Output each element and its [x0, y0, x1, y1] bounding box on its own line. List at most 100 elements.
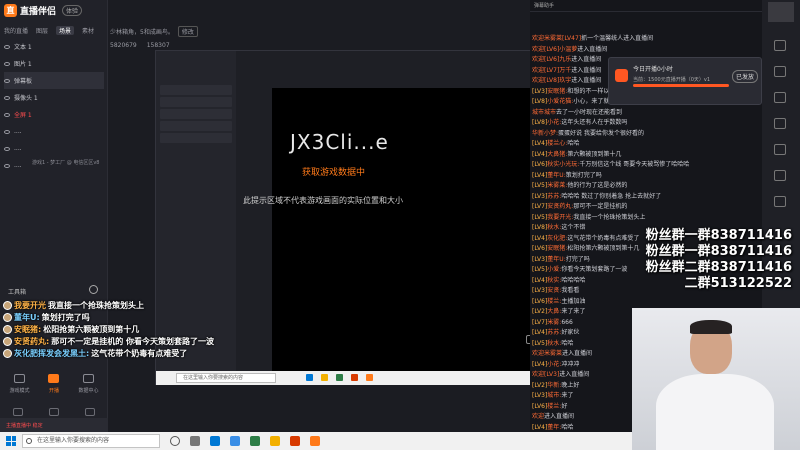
tool-icon[interactable] [774, 40, 786, 51]
chat-message[interactable]: [LV8]小花:这年头还有人在乎数数吗 [532, 118, 760, 129]
folder-icon[interactable] [270, 436, 280, 446]
start-live-label: 开播 [48, 388, 59, 394]
scene-item[interactable]: 弹幕板 [4, 72, 104, 89]
gear-icon[interactable] [89, 285, 98, 294]
chat-message[interactable]: [LV6]秋实小光玩:千万别信这个线 哥要今天被骂惨了哈哈哈 [532, 160, 760, 171]
chat-message[interactable]: 欢迎[LV6]小温萝进入直播间 [532, 45, 760, 56]
tool-icon[interactable] [774, 196, 786, 207]
edit-title-button[interactable]: 修改 [177, 26, 198, 37]
chat-message[interactable]: [LV4]楼兰心:哈哈 [532, 139, 760, 150]
eye-icon[interactable] [4, 112, 10, 117]
nested-live-app-icon [366, 374, 373, 381]
chat-message[interactable]: [LV5]我要开光:我直接一个抢珠抢策划头上 [532, 213, 760, 224]
scene-item[interactable]: .... [4, 140, 104, 157]
fan-group-overlay: 粉丝群一群838711416 粉丝群一群838711416 粉丝群二群83871… [646, 228, 792, 292]
chat-text: 进入直播间 [571, 77, 602, 84]
chat-message[interactable]: [LV4]大鼻猪:第六颗被顶到第十几 [532, 150, 760, 161]
eye-icon[interactable] [4, 146, 10, 151]
edge-icon[interactable] [210, 436, 220, 446]
chat-text: 666 [561, 318, 573, 326]
search-icon [26, 438, 32, 444]
chat-message[interactable]: [LV6]楼兰:主播加油 [532, 297, 760, 308]
scene-item[interactable]: 全屏 1 [4, 106, 104, 123]
chat-text: 进入直播间 [562, 350, 593, 357]
chat-username: 苏苏: [547, 329, 562, 336]
live-app-icon[interactable] [310, 436, 320, 446]
tool-icon[interactable] [774, 144, 786, 155]
eye-icon[interactable] [4, 163, 10, 168]
chat-username: 欢迎米雾莱 [532, 350, 563, 357]
app-icon[interactable] [190, 436, 200, 446]
chat-level-badge: [LV3] [532, 287, 548, 294]
task-view-icon[interactable] [170, 436, 180, 446]
chat-message[interactable]: 华新小梦:蛋蛋好说 我要给你发个很好看的 [532, 129, 760, 140]
toolbox-label: 工具箱 [8, 289, 27, 296]
eye-icon[interactable] [4, 95, 10, 100]
eye-icon[interactable] [4, 78, 10, 83]
app-tag: 体验 [62, 5, 83, 16]
app-logo-icon: 直 [4, 4, 17, 17]
tab-scenes[interactable]: 场景 [56, 26, 75, 35]
chat-message[interactable]: 欢迎米雾莱[LV47]抓一个温馨统人进入直播间 [532, 34, 760, 45]
scene-item[interactable]: 摄像头 1 [4, 89, 104, 106]
chat-text: 好 [561, 402, 568, 410]
popup-subtitle: 当前：1500元直播开播（0天）v1 [633, 77, 711, 83]
data-center-button[interactable]: 数据中心 [78, 374, 98, 394]
mic-icon[interactable] [49, 408, 59, 416]
danmaku-text: 我直接一个抢珠抢策划头上 [48, 300, 144, 310]
danmaku-text: 那可不一定是挂机的 你看今天策划套路了一波 [51, 336, 214, 346]
settings-icon[interactable] [13, 408, 23, 416]
chat-message[interactable]: [LV5]米雾莱:他的行为了这是必然的 [532, 181, 760, 192]
windows-start-icon[interactable] [6, 436, 16, 446]
app-icon[interactable] [290, 436, 300, 446]
stream-title: 少林箱角，5和成画鸟。 [110, 29, 174, 36]
chat-username: 灰化肥: [547, 234, 568, 242]
eye-icon[interactable] [4, 61, 10, 66]
stream-info: 少林箱角，5和成画鸟。 修改 5820679 158307 [110, 26, 510, 49]
chat-message[interactable]: [LV7]安贤药丸:那可不一定是挂机的 [532, 202, 760, 213]
chat-text: 哈哈 [561, 339, 574, 347]
stat-viewers: 5820679 [110, 42, 137, 49]
taskbar-search[interactable]: 在这里输入你要搜索的内容 [22, 434, 160, 448]
tab-layers[interactable]: 图层 [36, 26, 48, 35]
webcam-person-body [656, 374, 774, 450]
chat-username: 城市: [547, 392, 562, 399]
chat-text: 打完了吗 [565, 255, 590, 263]
tab-assets[interactable]: 素材 [82, 26, 94, 35]
eye-icon[interactable] [4, 129, 10, 134]
chat-text: 哈哈哈哈 [561, 276, 586, 284]
tool-icon[interactable] [774, 170, 786, 181]
tab-my-live[interactable]: 我的直播 [4, 26, 28, 35]
chat-level-badge: [LV4] [532, 360, 548, 368]
tool-icon[interactable] [774, 118, 786, 129]
tool-icon[interactable] [774, 92, 786, 103]
scene-label: 弹幕板 [14, 78, 33, 85]
tool-icon[interactable] [774, 66, 786, 77]
chat-text: 进入直播间 [571, 66, 602, 74]
danmaku-item: 我要开光 我直接一个抢珠抢策划头上 [3, 299, 214, 311]
chat-message[interactable]: [LV4]董年U:策划打完了吗 [532, 171, 760, 182]
scene-item[interactable]: 文本 1 [4, 38, 104, 55]
chat-username: 安贤药丸: [547, 203, 574, 210]
chat-text: 策划打完了吗 [565, 171, 602, 179]
scene-item[interactable]: 图片 1 [4, 55, 104, 72]
nested-edge-icon [306, 374, 313, 381]
chat-username: 米雾莱: [547, 182, 568, 189]
claim-button[interactable]: 已发放 [732, 70, 759, 83]
danmaku-text: 策划打完了吗 [41, 312, 90, 322]
chat-level-badge: [LV2] [532, 308, 548, 315]
chat-username: 董年: [547, 423, 562, 431]
eye-icon[interactable] [4, 44, 10, 49]
app-icon[interactable] [230, 436, 240, 446]
game-mode-button[interactable]: 游戏模式 [9, 374, 30, 394]
chat-text: 进入直播间 [577, 45, 608, 53]
chat-message[interactable]: 城市城市去了一小时现在还能看到 [532, 108, 760, 119]
chat-level-badge: [LV6] [532, 402, 548, 410]
nested-scene [160, 133, 232, 143]
start-live-button[interactable]: 开播 [48, 374, 60, 394]
app-icon[interactable] [250, 436, 260, 446]
speaker-icon[interactable] [85, 408, 95, 416]
chat-message[interactable]: [LV3]苏苏:哈哈哈 数过了你别着急 抢上去就好了 [532, 192, 760, 203]
chat-level-badge: [LV6] [532, 161, 548, 168]
scene-item[interactable]: .... [4, 123, 104, 140]
